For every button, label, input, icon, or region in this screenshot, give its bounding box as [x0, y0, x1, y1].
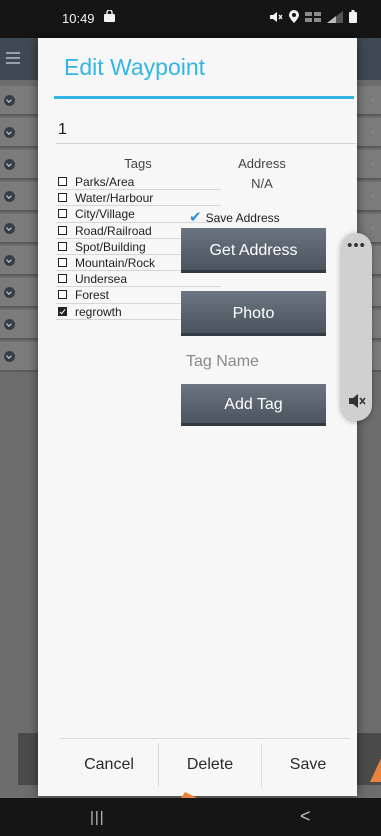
checkbox-icon [58, 225, 67, 235]
tag-label: regrowth [75, 304, 122, 319]
checkbox-icon [58, 193, 67, 203]
status-icons [269, 10, 357, 26]
address-value: N/A [251, 176, 273, 191]
chevron-icon: ‹ [371, 127, 375, 139]
signal-icon [327, 10, 343, 26]
hamburger-menu-icon [6, 52, 20, 64]
volume-slider[interactable]: ••• [341, 233, 372, 421]
shopping-bag-icon [103, 9, 116, 23]
expand-icon [4, 223, 15, 234]
tag-label: Water/Harbour [75, 191, 154, 206]
title-divider [54, 96, 354, 99]
add-tag-button[interactable]: Add Tag [181, 384, 326, 426]
expand-icon [4, 159, 15, 170]
save-address-checkbox[interactable]: ✔ Save Address [189, 208, 280, 226]
chevron-icon: ‹ [371, 191, 375, 203]
address-header: Address [238, 156, 286, 171]
more-options-icon[interactable]: ••• [341, 237, 372, 254]
dialog-title: Edit Waypoint [64, 54, 206, 80]
expand-icon [4, 319, 15, 330]
chevron-icon: ‹ [371, 223, 375, 235]
chevron-icon: ‹ [371, 159, 375, 171]
edit-waypoint-dialog: Edit Waypoint Tags Parks/Area Water/Harb… [38, 38, 357, 796]
checkbox-icon [58, 209, 67, 219]
tag-checkbox-undersea[interactable]: Undersea [56, 271, 221, 288]
checked-checkbox-icon [58, 306, 67, 316]
background-bottom-button [18, 733, 40, 785]
tag-label: Spot/Building [75, 239, 146, 254]
battery-icon [349, 10, 357, 26]
waypoint-name-input[interactable] [56, 116, 356, 144]
checkbox-icon [58, 241, 67, 251]
mute-icon[interactable] [348, 393, 366, 409]
decorative-shape [370, 752, 381, 782]
tag-label: Parks/Area [75, 175, 135, 189]
tag-label: Mountain/Rock [75, 255, 156, 270]
checkmark-icon: ✔ [189, 209, 202, 226]
checkbox-icon [58, 290, 67, 300]
cancel-button[interactable]: Cancel [60, 743, 158, 787]
expand-icon [4, 255, 15, 266]
checkbox-icon [58, 274, 67, 284]
save-button[interactable]: Save [262, 743, 354, 787]
tag-label: City/Village [75, 207, 135, 222]
get-address-button[interactable]: Get Address [181, 228, 326, 273]
back-icon[interactable]: < [300, 806, 311, 827]
tags-header: Tags [124, 156, 152, 171]
chevron-icon: ‹ [371, 351, 375, 363]
tag-label: Forest [75, 288, 110, 303]
tag-label: Road/Railroad [75, 223, 152, 238]
screen: 10:49 ‹ ‹ ‹ ‹ ‹ ‹ ‹ ‹ ‹ Edit Waypoint 1 … [0, 0, 381, 836]
chevron-icon: ‹ [371, 255, 375, 267]
navigation-bar: ||| < [0, 798, 381, 836]
expand-icon [4, 127, 15, 138]
delete-button[interactable]: Delete [158, 743, 262, 787]
chevron-icon: ‹ [371, 319, 375, 331]
checkbox-icon [58, 177, 67, 186]
tag-checkbox-water-harbour[interactable]: Water/Harbour [56, 190, 221, 207]
status-bar: 10:49 [0, 0, 381, 38]
save-address-label: Save Address [205, 211, 280, 225]
checkbox-icon [58, 257, 67, 267]
tag-label: Undersea [75, 272, 128, 287]
status-time: 10:49 [62, 11, 95, 26]
expand-icon [4, 287, 15, 298]
photo-button[interactable]: Photo [181, 291, 326, 336]
tag-checkbox-parks-area[interactable]: Parks/Area [56, 174, 221, 191]
recents-icon[interactable]: ||| [90, 809, 105, 826]
chevron-icon: ‹ [371, 287, 375, 299]
volte-icon [305, 11, 321, 26]
mute-status-icon [269, 11, 283, 26]
chevron-icon: ‹ [371, 95, 375, 107]
expand-icon [4, 95, 15, 106]
footer-divider [60, 738, 350, 739]
location-icon [289, 10, 299, 26]
tag-name-input[interactable] [184, 348, 324, 376]
expand-icon [4, 351, 15, 362]
expand-icon [4, 191, 15, 202]
